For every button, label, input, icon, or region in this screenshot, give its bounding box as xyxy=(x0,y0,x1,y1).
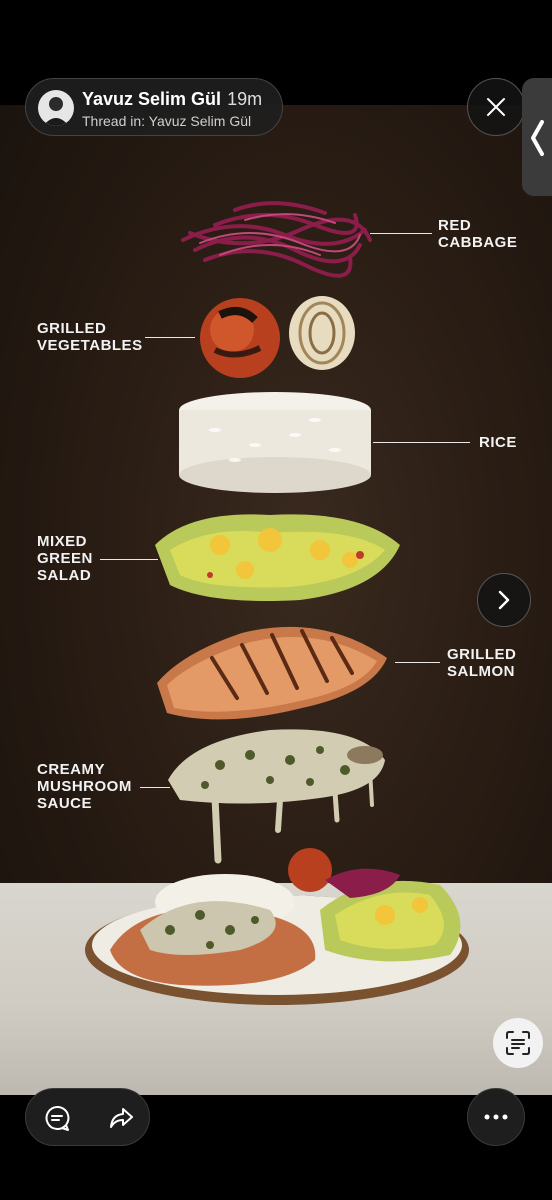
side-panel-tab[interactable] xyxy=(522,78,552,196)
user-name: Yavuz Selim Gül xyxy=(82,89,222,109)
more-icon xyxy=(484,1114,508,1120)
scan-text-icon xyxy=(506,1031,530,1055)
label-mixed-green-salad: MIXED GREEN SALAD xyxy=(37,533,93,584)
thread-info: Thread in: Yavuz Selim Gül xyxy=(82,113,252,129)
close-button[interactable] xyxy=(467,78,525,136)
close-icon xyxy=(487,98,505,116)
leader-line xyxy=(145,337,195,338)
share-button[interactable] xyxy=(106,1103,136,1133)
label-red-cabbage: RED CABBAGE xyxy=(438,217,518,251)
leader-line xyxy=(370,233,432,234)
grilled-vegetables-layer xyxy=(200,296,355,378)
rice-layer xyxy=(179,392,371,493)
food-photo: RED CABBAGE GRILLED VEGETABLES RICE MIXE… xyxy=(0,105,552,1095)
leader-line xyxy=(140,787,170,788)
action-pill xyxy=(25,1088,150,1146)
comment-icon xyxy=(45,1105,70,1131)
more-options-button[interactable] xyxy=(467,1088,525,1146)
next-image-button[interactable] xyxy=(477,573,531,627)
comment-button[interactable] xyxy=(42,1103,72,1133)
user-name-line: Yavuz Selim Gül 19m xyxy=(82,89,262,110)
avatar[interactable] xyxy=(38,90,74,126)
share-icon xyxy=(110,1108,133,1128)
thread-author-pill[interactable]: Yavuz Selim Gül 19m Thread in: Yavuz Seli… xyxy=(25,78,283,136)
mixed-green-salad-layer xyxy=(155,514,400,601)
plate-layer xyxy=(85,848,469,1005)
scan-text-button[interactable] xyxy=(493,1018,543,1068)
leader-line xyxy=(100,559,158,560)
label-rice: RICE xyxy=(479,434,517,451)
label-grilled-vegetables: GRILLED VEGETABLES xyxy=(37,320,143,354)
leader-line xyxy=(373,442,470,443)
label-grilled-salmon: GRILLED SALMON xyxy=(447,646,517,680)
grilled-salmon-layer xyxy=(157,626,387,720)
chevron-right-icon xyxy=(498,590,510,610)
chevron-left-icon xyxy=(531,120,544,156)
red-cabbage-layer xyxy=(181,201,372,278)
post-time: 19m xyxy=(227,89,263,109)
label-creamy-mushroom-sauce: CREAMY MUSHROOM SAUCE xyxy=(37,761,132,812)
leader-line xyxy=(395,662,440,663)
